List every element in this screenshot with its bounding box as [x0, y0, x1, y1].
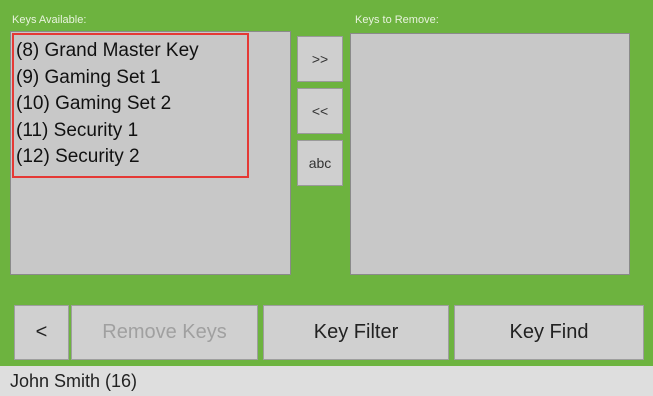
key-removal-screen: Keys Available: (8) Grand Master Key (9)… [0, 0, 653, 366]
sort-alphabetical-button[interactable]: abc [297, 140, 343, 186]
keys-to-remove-listbox[interactable] [350, 33, 630, 275]
list-item-gaming-set-1[interactable]: (9) Gaming Set 1 [16, 65, 247, 92]
list-item-gaming-set-2[interactable]: (10) Gaming Set 2 [16, 91, 247, 118]
key-filter-button[interactable]: Key Filter [263, 305, 449, 360]
keys-available-label: Keys Available: [12, 14, 87, 26]
keys-to-remove-label: Keys to Remove: [355, 14, 439, 26]
key-find-button[interactable]: Key Find [454, 305, 644, 360]
remove-all-button[interactable]: << [297, 88, 343, 134]
remove-keys-button[interactable]: Remove Keys [71, 305, 258, 360]
keys-available-selection: (8) Grand Master Key (9) Gaming Set 1 (1… [12, 33, 249, 178]
add-all-button[interactable]: >> [297, 36, 343, 82]
list-item-security-2[interactable]: (12) Security 2 [16, 144, 247, 171]
status-bar-user: John Smith (16) [0, 366, 653, 396]
list-item-security-1[interactable]: (11) Security 1 [16, 118, 247, 145]
list-item-grand-master-key[interactable]: (8) Grand Master Key [16, 38, 247, 65]
back-button[interactable]: < [14, 305, 69, 360]
